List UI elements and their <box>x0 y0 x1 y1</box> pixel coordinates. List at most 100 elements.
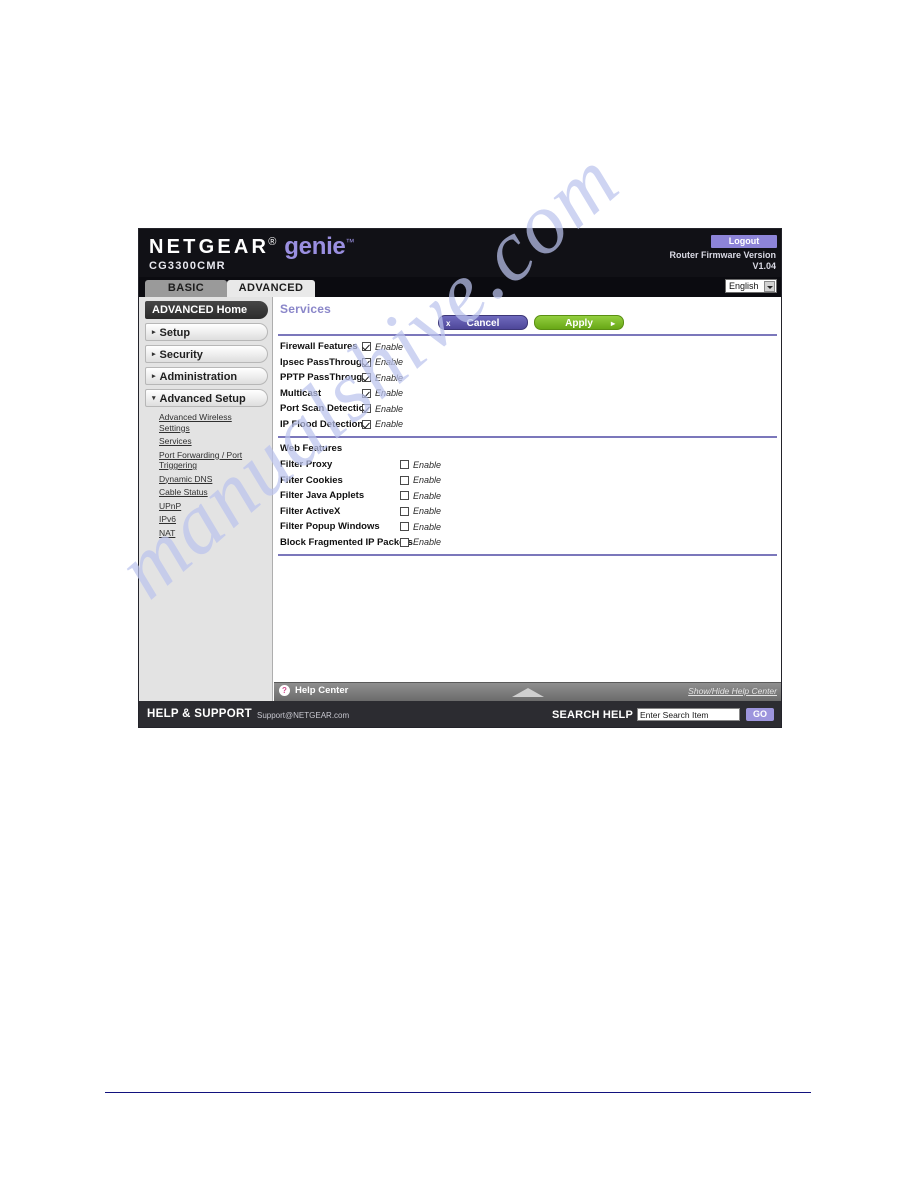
row-ipsec-passthrough: Ipsec PassThrough Enable <box>280 355 781 371</box>
row-filter-cookies: Filter Cookies Enable <box>280 473 781 489</box>
search-go-button[interactable]: GO <box>746 708 774 721</box>
chevron-down-icon: ▾ <box>152 395 156 403</box>
sidebar: ADVANCED Home ▸ Setup ▸ Security ▸ Administ… <box>139 297 273 701</box>
label-pptp-passthrough: PPTP PassThrough <box>280 372 368 384</box>
checkbox-multicast[interactable] <box>362 388 371 398</box>
label-multicast: Multicast <box>280 387 322 399</box>
tab-strip: BASIC ADVANCED English <box>139 277 781 297</box>
sidebar-item-nat[interactable]: NAT <box>159 528 255 539</box>
label-block-fragmented-ip-packets: Block Fragmented IP Packets <box>280 536 413 548</box>
web-features-heading: Web Features <box>280 443 343 454</box>
enable-label: Enable <box>375 341 404 352</box>
show-hide-help-center-link[interactable]: Show/Hide Help Center <box>688 686 777 696</box>
label-port-scan-detection: Port Scan Detection <box>280 403 371 415</box>
firmware-label: Router Firmware Version <box>669 250 776 260</box>
sidebar-group-administration[interactable]: ▸ Administration <box>145 367 268 385</box>
checkbox-pptp-passthrough[interactable] <box>362 373 371 383</box>
chevron-down-icon <box>764 281 775 292</box>
checkbox-filter-popup-windows[interactable] <box>400 522 409 532</box>
registered-mark-icon: ® <box>268 236 277 248</box>
chevron-right-icon: ▸ <box>152 351 156 359</box>
row-multicast: Multicast Enable <box>280 386 781 402</box>
sidebar-group-setup[interactable]: ▸ Setup <box>145 323 268 341</box>
row-port-scan-detection: Port Scan Detection Enable <box>280 401 781 417</box>
checkbox-filter-java-applets[interactable] <box>400 491 409 501</box>
sidebar-group-advanced-setup[interactable]: ▾ Advanced Setup <box>145 389 268 407</box>
cancel-button-label: Cancel <box>466 318 500 329</box>
sidebar-group-setup-label: Setup <box>159 327 191 339</box>
row-filter-java-applets: Filter Java Applets Enable <box>280 488 781 504</box>
label-filter-cookies: Filter Cookies <box>280 474 343 486</box>
help-center-label: Help Center <box>295 685 349 696</box>
sidebar-item-cable-status[interactable]: Cable Status <box>159 487 255 498</box>
sidebar-item-upnp[interactable]: UPnP <box>159 501 255 512</box>
divider-bottom <box>278 554 777 556</box>
sidebar-group-administration-label: Administration <box>159 371 238 383</box>
firewall-features-section: Firewall Features Enable Ipsec PassThrou… <box>274 336 781 436</box>
sidebar-item-advanced-wireless-settings[interactable]: Advanced Wireless Settings <box>159 412 255 433</box>
chevron-up-icon[interactable] <box>511 688 544 697</box>
row-pptp-passthrough: PPTP PassThrough Enable <box>280 370 781 386</box>
apply-button[interactable]: Apply ▸ <box>534 315 624 330</box>
chevron-right-icon: ▸ <box>152 373 156 381</box>
checkbox-block-fragmented-ip-packets[interactable] <box>400 537 409 547</box>
sidebar-item-services[interactable]: Services <box>159 436 255 447</box>
chevron-right-icon: ▸ <box>152 329 156 337</box>
help-center-bar: ? Help Center Show/Hide Help Center <box>274 682 781 701</box>
tab-basic[interactable]: BASIC <box>145 280 227 297</box>
question-mark-icon: ? <box>279 685 290 696</box>
search-input[interactable]: Enter Search Item <box>637 708 740 721</box>
sidebar-item-advanced-home[interactable]: ADVANCED Home <box>145 301 268 319</box>
web-features-section: Web Features Filter Proxy Enable Filter … <box>274 438 781 554</box>
firmware-version-block: Router Firmware Version V1.04 <box>669 250 776 271</box>
enable-label: Enable <box>413 459 442 470</box>
sidebar-group-advanced-setup-label: Advanced Setup <box>159 393 246 405</box>
enable-label: Enable <box>375 388 404 399</box>
language-select-value: English <box>729 281 759 291</box>
logout-button[interactable]: Logout <box>711 235 777 248</box>
enable-label: Enable <box>413 475 442 486</box>
label-filter-activex: Filter ActiveX <box>280 505 341 517</box>
label-filter-popup-windows: Filter Popup Windows <box>280 521 380 533</box>
help-support-title: HELP & SUPPORT <box>147 708 252 720</box>
enable-label: Enable <box>413 506 442 517</box>
checkbox-port-scan-detection[interactable] <box>362 404 371 414</box>
support-email[interactable]: Support@NETGEAR.com <box>257 711 349 720</box>
checkbox-filter-cookies[interactable] <box>400 475 409 485</box>
app-body: ADVANCED Home ▸ Setup ▸ Security ▸ Administ… <box>139 297 781 701</box>
arrow-right-icon: ▸ <box>610 319 615 328</box>
sidebar-item-port-forwarding[interactable]: Port Forwarding / Port Triggering <box>159 450 255 471</box>
sidebar-item-dynamic-dns[interactable]: Dynamic DNS <box>159 474 255 485</box>
app-footer: HELP & SUPPORT Support@NETGEAR.com SEARC… <box>139 701 781 727</box>
row-ip-flood-detection: IP Flood Detection Enable <box>280 417 781 433</box>
label-firewall-features: Firewall Features <box>280 341 358 353</box>
label-filter-java-applets: Filter Java Applets <box>280 490 365 502</box>
language-select[interactable]: English <box>725 279 777 293</box>
enable-label: Enable <box>375 403 404 414</box>
row-filter-activex: Filter ActiveX Enable <box>280 504 781 520</box>
checkbox-filter-proxy[interactable] <box>400 460 409 470</box>
checkbox-filter-activex[interactable] <box>400 506 409 516</box>
sidebar-item-ipv6[interactable]: IPv6 <box>159 514 255 525</box>
label-ipsec-passthrough: Ipsec PassThrough <box>280 356 368 368</box>
main-content: Services x Cancel Apply ▸ Firewall Feature… <box>274 297 781 701</box>
brand-genie-text: genie <box>284 233 346 260</box>
enable-label: Enable <box>413 490 442 501</box>
row-block-fragmented-ip-packets: Block Fragmented IP Packets Enable <box>280 535 781 551</box>
checkbox-ipsec-passthrough[interactable] <box>362 357 371 367</box>
cancel-button[interactable]: x Cancel <box>438 315 528 330</box>
sidebar-group-security[interactable]: ▸ Security <box>145 345 268 363</box>
apply-button-label: Apply <box>565 318 593 329</box>
enable-label: Enable <box>413 537 442 548</box>
enable-label: Enable <box>375 419 404 430</box>
tab-advanced[interactable]: ADVANCED <box>227 280 315 297</box>
checkbox-firewall-features[interactable] <box>362 342 371 352</box>
trademark-icon: ™ <box>345 237 355 247</box>
label-ip-flood-detection: IP Flood Detection <box>280 418 364 430</box>
checkbox-ip-flood-detection[interactable] <box>362 419 371 429</box>
action-bar: x Cancel Apply ▸ <box>274 314 781 334</box>
page-bottom-rule <box>105 1092 811 1093</box>
row-filter-proxy: Filter Proxy Enable <box>280 457 781 473</box>
help-center-toggle[interactable]: ? Help Center <box>279 685 348 696</box>
sidebar-submenu: Advanced Wireless Settings Services Port… <box>159 412 268 538</box>
